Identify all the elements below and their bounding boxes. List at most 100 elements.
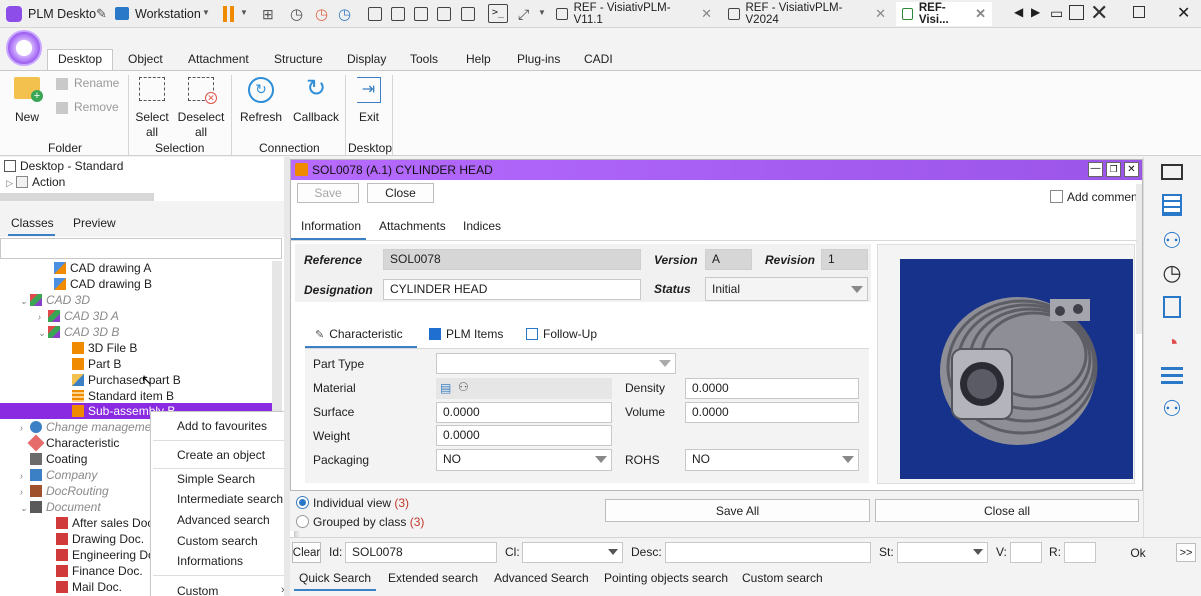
menu-create-an-object[interactable]: Create an object xyxy=(177,448,265,462)
remove-button[interactable]: Remove xyxy=(56,100,119,115)
tab-prev-icon[interactable]: ◀ xyxy=(1014,5,1023,19)
save-all-button[interactable]: Save All xyxy=(605,499,870,522)
tab-quick-search[interactable]: Quick Search xyxy=(299,571,371,585)
expand-arrow-icon[interactable]: › xyxy=(20,468,30,484)
workstation-dropdown-icon[interactable]: ▼ xyxy=(202,8,210,17)
tab-structure[interactable]: Structure xyxy=(274,51,323,70)
vertical-scrollbar[interactable] xyxy=(272,261,282,411)
version-field[interactable]: A xyxy=(705,249,752,270)
tab-desktop[interactable]: Desktop xyxy=(47,49,114,70)
part-type-select[interactable] xyxy=(436,353,676,374)
tree-item-cad-3d-a[interactable]: › CAD 3D A xyxy=(38,308,119,324)
monitor-icon[interactable] xyxy=(1158,162,1186,188)
menu-custom[interactable]: Custom xyxy=(177,584,218,596)
close-window-icon[interactable]: ✕ xyxy=(1090,0,1108,26)
tree-item-cad-3d-b[interactable]: ⌄ CAD 3D B xyxy=(38,324,119,340)
tab-pointing-objects-search[interactable]: Pointing objects search xyxy=(604,571,728,585)
pause-icon-bar-2[interactable] xyxy=(230,6,234,22)
tab-ref-v11[interactable]: REF - VisiativPLM-V11.1 ✕ xyxy=(550,2,718,26)
tab-help[interactable]: Help xyxy=(466,51,491,70)
layout-split-v-icon[interactable] xyxy=(368,7,382,21)
pin-icon[interactable]: ✎ xyxy=(96,6,107,22)
collapse-arrow-icon[interactable]: ⌄ xyxy=(38,325,48,341)
subtab-characteristic[interactable]: ✎ Characteristic xyxy=(315,327,403,341)
restore-icon[interactable] xyxy=(1133,6,1145,18)
density-field[interactable]: 0.0000 xyxy=(685,378,859,399)
part-preview-image[interactable] xyxy=(900,259,1133,479)
tab-preview[interactable]: Preview xyxy=(73,216,116,230)
fit-window-icon[interactable] xyxy=(414,7,428,21)
tab-attachment[interactable]: Attachment xyxy=(188,51,249,70)
menu-advanced-search[interactable]: Advanced search xyxy=(177,513,270,527)
tree-item-cad-3d[interactable]: ⌄ CAD 3D xyxy=(20,292,90,308)
console-icon[interactable]: >_ xyxy=(488,4,508,23)
checklist-icon[interactable] xyxy=(1158,194,1186,220)
tree-structure-icon[interactable]: ⚇ xyxy=(458,380,469,394)
tree-item-cad-drawing-b[interactable]: CAD drawing B xyxy=(54,276,152,292)
close-tab-icon[interactable]: ✕ xyxy=(875,6,886,22)
individual-view-radio[interactable] xyxy=(296,496,309,509)
expand-arrow-icon[interactable]: › xyxy=(20,484,30,500)
tab-plugins[interactable]: Plug-ins xyxy=(517,51,560,70)
new-button[interactable]: + New xyxy=(10,77,44,125)
splitter-handle[interactable] xyxy=(0,201,284,211)
tree-item-engineering-doc[interactable]: Engineering Do xyxy=(56,547,155,563)
layout-split-h-icon[interactable] xyxy=(391,7,405,21)
tab-custom-search[interactable]: Custom search xyxy=(742,571,823,585)
menu-intermediate-search[interactable]: Intermediate search xyxy=(177,492,283,506)
dialog-title-bar[interactable]: SOL0078 (A.1) CYLINDER HEAD — ❐ ✕ xyxy=(291,160,1142,180)
dialog-close-icon[interactable]: ✕ xyxy=(1124,162,1139,177)
status-select[interactable]: Initial xyxy=(705,277,868,301)
rename-button[interactable]: Rename xyxy=(56,76,119,91)
designation-field[interactable]: CYLINDER HEAD xyxy=(383,279,641,300)
tree-item-company[interactable]: › Company xyxy=(20,467,97,483)
list-icon[interactable] xyxy=(1158,364,1186,390)
desc-input[interactable] xyxy=(665,542,871,563)
clear-button[interactable]: Clear xyxy=(292,542,321,563)
tree-item-docrouting[interactable]: › DocRouting xyxy=(20,483,109,499)
tree-item-purchased-part-b[interactable]: Purchased part B xyxy=(72,372,181,388)
expand-dropdown-icon[interactable]: ▼ xyxy=(538,8,546,17)
collapse-arrow-icon[interactable]: ⌄ xyxy=(20,293,30,309)
volume-field[interactable]: 0.0000 xyxy=(685,402,859,423)
expand-arrow-icon[interactable]: › xyxy=(20,420,30,436)
tree-item-mail-doc[interactable]: Mail Doc. xyxy=(56,579,122,595)
tab-indices[interactable]: Indices xyxy=(463,219,501,233)
maximize-icon[interactable] xyxy=(1069,5,1084,20)
tab-object[interactable]: Object xyxy=(128,51,163,70)
history-info-icon[interactable]: ◷ xyxy=(338,5,351,23)
close-button[interactable]: Close xyxy=(367,183,434,203)
hierarchy-icon[interactable]: ⚇ xyxy=(1158,228,1186,254)
tab-display[interactable]: Display xyxy=(347,51,386,70)
tab-cadi[interactable]: CADI xyxy=(584,51,613,70)
refresh-button[interactable]: ↻ Refresh xyxy=(238,77,284,125)
workstation-label[interactable]: Workstation xyxy=(135,7,201,21)
save-button[interactable]: Save xyxy=(297,183,359,203)
expand-arrow-icon[interactable]: › xyxy=(38,309,48,325)
window-copy-icon[interactable] xyxy=(461,7,475,21)
id-input[interactable]: SOL0078 xyxy=(345,542,497,563)
tree-item-standard-item-b[interactable]: Standard item B xyxy=(72,388,174,404)
close-tab-icon[interactable]: ✕ xyxy=(701,6,712,22)
reference-field[interactable]: SOL0078 xyxy=(383,249,641,270)
tab-information[interactable]: Information xyxy=(301,219,361,233)
menu-add-to-favourites[interactable]: Add to favourites xyxy=(177,419,267,433)
tab-extended-search[interactable]: Extended search xyxy=(388,571,478,585)
expand-arrow-icon[interactable]: ▷ xyxy=(6,175,16,191)
collapse-arrow-icon[interactable]: ⌄ xyxy=(20,500,30,516)
ok-button[interactable]: Ok xyxy=(1104,542,1172,563)
close-all-button[interactable]: Close all xyxy=(875,499,1139,522)
menu-custom-search[interactable]: Custom search xyxy=(177,534,258,548)
network-nodes-icon[interactable]: ⚇ xyxy=(1158,396,1186,422)
tree-item-characteristic[interactable]: Characteristic xyxy=(27,434,119,452)
action-node[interactable]: ▷ Action xyxy=(6,174,65,190)
pause-icon-bar-1[interactable] xyxy=(223,6,227,22)
tree-item-part-b[interactable]: Part B xyxy=(72,356,121,372)
tree-item-change-management[interactable]: › Change manageme xyxy=(20,419,151,435)
history-icon[interactable]: ◷ xyxy=(1158,260,1186,286)
more-options-button[interactable]: >> xyxy=(1176,543,1196,562)
status-search-select[interactable] xyxy=(897,542,988,563)
select-all-button[interactable]: Select all xyxy=(132,77,172,140)
revision-field[interactable]: 1 xyxy=(821,249,868,270)
tree-item-document[interactable]: ⌄ Document xyxy=(20,499,101,515)
